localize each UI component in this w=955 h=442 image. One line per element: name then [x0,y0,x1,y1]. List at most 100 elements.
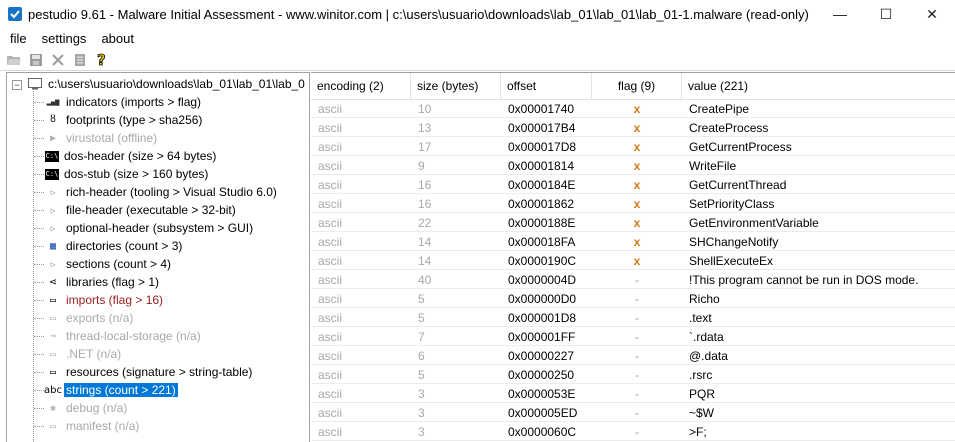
tree-root[interactable]: c:\users\usuario\downloads\lab_01\lab_01… [27,75,307,93]
maximize-button[interactable]: ☐ [863,0,909,28]
cell-offset: 0x0000184E [508,177,576,192]
column-size[interactable]: size (bytes) [411,73,501,99]
flag-x-icon: x [633,120,641,135]
tree-item[interactable]: ▷ file-header (executable > 32-bit) [45,201,238,219]
tree-item-label: imports (flag > 16) [66,293,164,307]
cell-value: GetCurrentProcess [689,139,792,154]
column-flag[interactable]: flag (9) [592,73,682,99]
tree-item[interactable]: ▭ resources (signature > string-table) [45,363,254,381]
cell-flag: - [592,384,682,403]
window-title: pestudio 9.61 - Malware Initial Assessme… [28,6,809,22]
document-icon: ▭ [49,294,57,306]
table-row[interactable]: ascii 16 0x0000184E x GetCurrentThread [311,175,955,194]
table-row[interactable]: ascii 14 0x000018FA x SHChangeNotify [311,232,955,251]
tree-item-label: strings (count > 221) [64,383,178,397]
tree-item[interactable]: ▭ imports (flag > 16) [45,291,165,309]
column-offset[interactable]: offset [501,73,592,99]
close-button[interactable]: ✕ [909,0,955,28]
cell-size: 5 [418,367,425,382]
tree-item[interactable]: C:\ dos-header (size > 64 bytes) [45,147,218,165]
cell-value: SetPriorityClass [689,196,775,211]
close-file-icon[interactable] [50,52,66,68]
cell-flag: - [592,308,682,327]
cell-offset: 0x00000250 [508,367,575,382]
cell-encoding: ascii [318,215,343,230]
pestudio-app-icon [8,7,22,21]
table-row[interactable]: ascii 3 0x0000053E - PQR [311,384,955,403]
abc-icon: abc [44,384,62,396]
tree-item[interactable]: ⊸ thread-local-storage (n/a) [45,327,203,345]
table-row[interactable]: ascii 5 0x00000250 - .rsrc [311,365,955,384]
cell-size: 17 [418,139,432,154]
cell-encoding: ascii [318,177,343,192]
tree-item[interactable]: C:\ dos-stub (size > 160 bytes) [45,165,210,183]
tree-item[interactable]: ▭ .NET (n/a) [45,345,123,363]
minimize-button[interactable]: — [817,0,863,28]
document-icon: ▭ [49,366,57,378]
toolbar: ? [0,50,955,71]
table-row[interactable]: ascii 5 0x000000D0 - Richo [311,289,955,308]
cell-offset: 0x000005ED [508,405,578,420]
cell-size: 5 [418,291,425,306]
table-row[interactable]: ascii 10 0x00001740 x CreatePipe [311,99,955,118]
menu-file[interactable]: file [5,31,32,46]
table-row[interactable]: ascii 22 0x0000188E x GetEnvironmentVariable [311,213,955,232]
table-row[interactable]: ascii 7 0x000001FF - `.rdata [311,327,955,346]
tree-item[interactable]: ⋖ libraries (flag > 1) [45,273,161,291]
table-row[interactable]: ascii 3 0x000005ED - ~$W [311,403,955,422]
tree-item[interactable]: ▶ virustotal (offline) [45,129,159,147]
tree-item[interactable]: ▂▄▆ indicators (imports > flag) [45,93,203,111]
menu-settings[interactable]: settings [37,31,92,46]
console-icon: C:\ [45,168,59,180]
tree-item-label: dos-header (size > 64 bytes) [64,149,217,163]
cell-offset: 0x000017B4 [508,120,576,135]
tree-item[interactable]: ȣ footprints (type > sha256) [45,111,204,129]
tree-item[interactable]: ▦ directories (count > 3) [45,237,184,255]
cell-offset: 0x0000190C [508,253,577,268]
cell-size: 10 [418,101,432,116]
tree-item[interactable]: ▷ optional-header (subsystem > GUI) [45,219,255,237]
column-value[interactable]: value (221) [682,73,955,99]
document-icon: ▭ [49,348,57,360]
tree-item[interactable]: ▷ rich-header (tooling > Visual Studio 6.… [45,183,279,201]
cell-offset: 0x000001D8 [508,310,577,325]
tree-item[interactable]: ▭ manifest (n/a) [45,417,141,435]
cell-value: ~$W [689,405,715,420]
table-row[interactable]: ascii 13 0x000017B4 x CreateProcess [311,118,955,137]
flag-x-icon: x [633,253,641,268]
cell-size: 13 [418,120,432,135]
collapse-icon[interactable]: − [12,80,22,90]
table-row[interactable]: ascii 6 0x00000227 - @.data [311,346,955,365]
table-row[interactable]: ascii 16 0x00001862 x SetPriorityClass [311,194,955,213]
table-row[interactable]: ascii 40 0x0000004D - !This program cannot b… [311,270,955,289]
save-icon[interactable] [28,52,44,68]
tree-item[interactable]: abc strings (count > 221) [44,381,178,399]
cell-size: 16 [418,196,432,211]
menu-about[interactable]: about [96,31,139,46]
cell-offset: 0x00001862 [508,196,575,211]
flag-none: - [635,310,639,325]
table-row[interactable]: ascii 14 0x0000190C x ShellExecuteEx [311,251,955,270]
cell-size: 14 [418,234,432,249]
document-icon: ▭ [49,312,57,324]
navigation-tree[interactable]: c:\users\usuario\downloads\lab_01\lab_01… [6,72,310,442]
table-row[interactable]: ascii 17 0x000017D8 x GetCurrentProcess [311,137,955,156]
help-icon[interactable]: ? [94,52,110,68]
column-encoding[interactable]: encoding (2) [311,73,411,99]
table-row[interactable]: ascii 5 0x000001D8 - .text [311,308,955,327]
cell-encoding: ascii [318,367,343,382]
table-row[interactable]: ascii 9 0x00001814 x WriteFile [311,156,955,175]
cell-flag: - [592,403,682,422]
flag-x-icon: x [633,177,641,192]
cell-size: 7 [418,329,425,344]
cell-value: PQR [689,386,716,401]
open-folder-icon[interactable] [6,52,22,68]
grid-icon: ▦ [49,240,57,252]
cell-flag: x [592,156,682,175]
tree-item[interactable]: ✱ debug (n/a) [45,399,129,417]
list-icon[interactable] [72,52,88,68]
tree-item[interactable]: ▭ exports (n/a) [45,309,135,327]
tree-item[interactable]: ▷ sections (count > 4) [45,255,173,273]
table-row[interactable]: ascii 3 0x0000060C - >F; [311,422,955,441]
cell-encoding: ascii [318,405,343,420]
